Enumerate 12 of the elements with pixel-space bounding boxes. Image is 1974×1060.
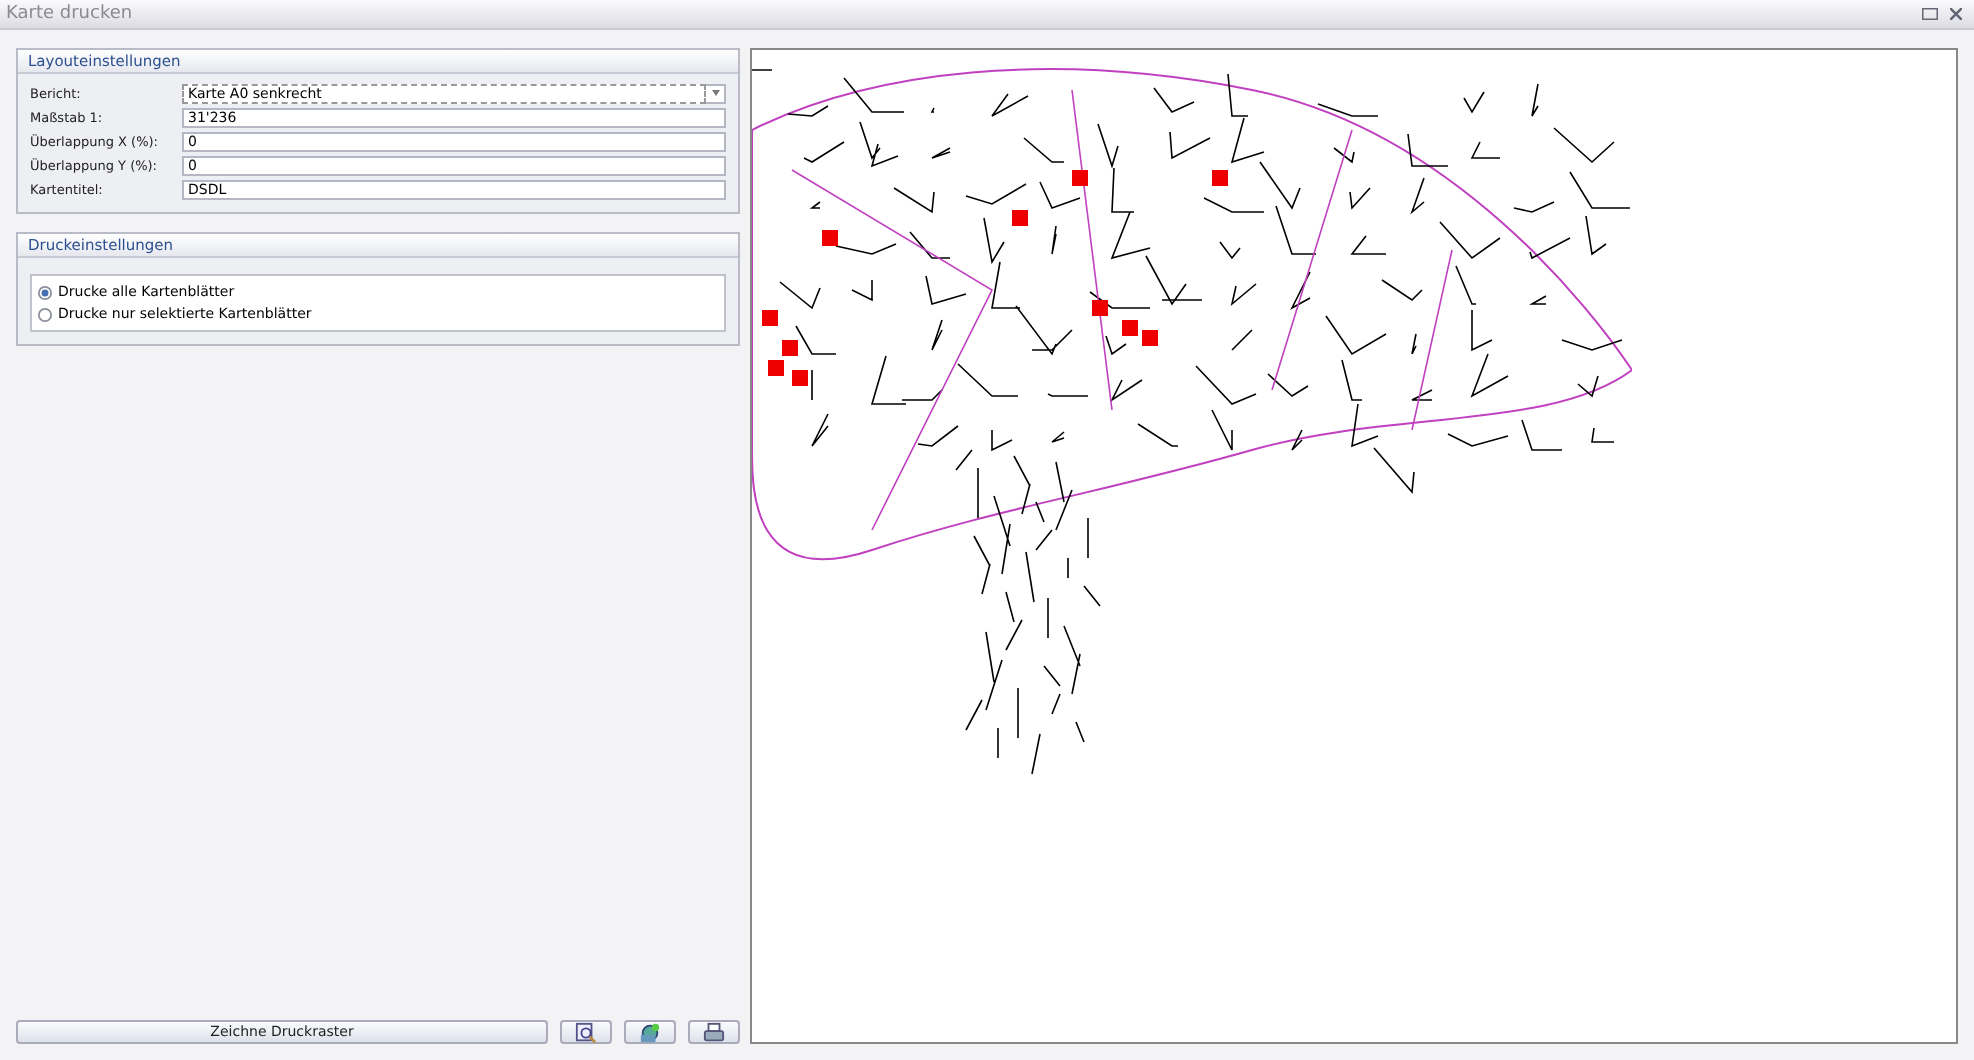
- window-title: Karte drucken: [6, 4, 133, 24]
- globe-button[interactable]: [624, 1020, 676, 1044]
- radio-button[interactable]: [38, 285, 52, 299]
- magnifier-icon: [574, 1021, 598, 1043]
- radio-button[interactable]: [38, 307, 52, 321]
- zoom-button[interactable]: [560, 1020, 612, 1044]
- print-button[interactable]: [688, 1020, 740, 1044]
- globe-icon: [638, 1021, 662, 1043]
- dropdown-arrow-icon: [711, 90, 719, 96]
- minimize-icon[interactable]: [1922, 8, 1938, 20]
- close-icon[interactable]: [1950, 8, 1962, 20]
- printer-icon: [702, 1021, 726, 1043]
